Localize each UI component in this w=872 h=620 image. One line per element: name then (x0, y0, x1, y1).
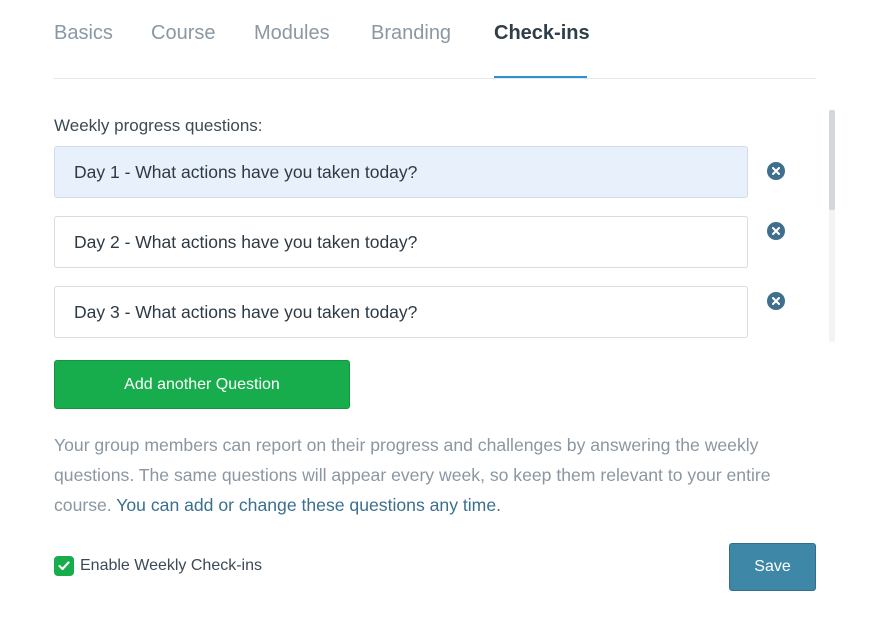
question-input-day-2[interactable] (54, 216, 748, 268)
save-button[interactable]: Save (729, 543, 816, 591)
weekly-questions-label: Weekly progress questions: (54, 116, 263, 135)
close-circle-icon[interactable] (767, 292, 785, 310)
checkbox-checked-icon[interactable] (54, 556, 74, 576)
questions-scrollbar[interactable] (829, 110, 835, 342)
tab-bar: Basics Course Modules Branding Check-ins (54, 0, 816, 79)
tab-modules[interactable]: Modules (254, 22, 330, 45)
close-circle-icon[interactable] (767, 162, 785, 180)
close-circle-icon[interactable] (767, 222, 785, 240)
question-input-day-1[interactable] (54, 146, 748, 198)
active-tab-indicator (494, 76, 587, 78)
tab-course[interactable]: Course (151, 22, 215, 45)
help-text: Your group members can report on their p… (54, 430, 824, 520)
enable-checkins-toggle[interactable]: Enable Weekly Check-ins (54, 556, 262, 576)
tab-check-ins[interactable]: Check-ins (494, 22, 590, 45)
enable-checkins-label: Enable Weekly Check-ins (80, 557, 263, 574)
help-link[interactable]: You can add or change these questions an… (116, 495, 501, 515)
scrollbar-thumb[interactable] (829, 110, 835, 210)
tab-basics[interactable]: Basics (54, 22, 113, 45)
add-question-button[interactable]: Add another Question (54, 360, 350, 409)
tab-branding[interactable]: Branding (371, 22, 451, 45)
question-input-day-3[interactable] (54, 286, 748, 338)
